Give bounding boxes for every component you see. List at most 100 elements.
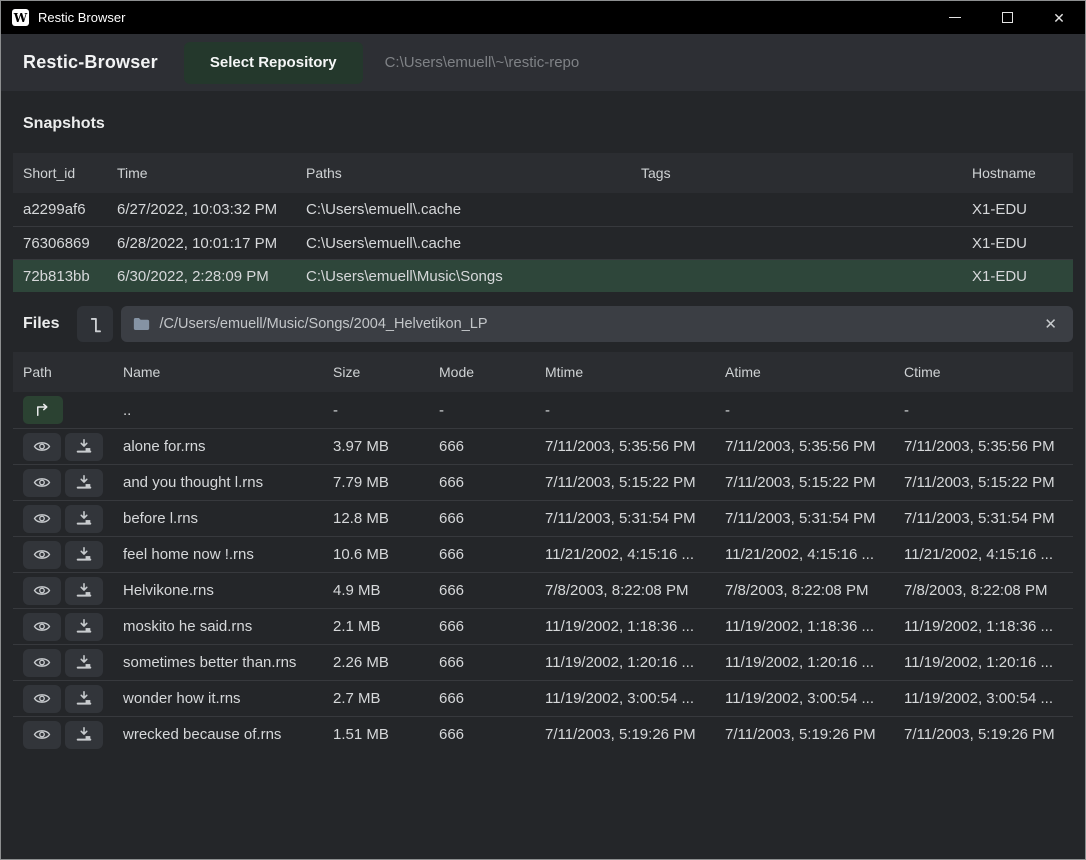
clear-path-icon[interactable]: ✕ [1040, 315, 1061, 333]
file-atime: 11/21/2002, 4:15:16 ... [725, 546, 904, 563]
app-icon: W [12, 9, 29, 26]
column-header-ctime: Ctime [904, 364, 1073, 380]
download-icon [76, 727, 92, 742]
column-header-short-id: Short_id [23, 165, 117, 181]
app-header: Restic-Browser Select Repository C:\User… [1, 34, 1085, 91]
window-controls: ✕ [929, 1, 1085, 34]
snapshot-paths: C:\Users\emuell\.cache [306, 201, 641, 218]
file-row[interactable]: wonder how it.rns 2.7 MB 666 11/19/2002,… [13, 680, 1073, 716]
download-file-button[interactable] [65, 577, 103, 605]
parent-mtime: - [545, 402, 725, 419]
column-header-path: Path [23, 364, 123, 380]
download-file-button[interactable] [65, 613, 103, 641]
file-mtime: 7/11/2003, 5:19:26 PM [545, 726, 725, 743]
file-name: sometimes better than.rns [123, 654, 333, 671]
preview-file-button[interactable] [23, 649, 61, 677]
parent-atime: - [725, 402, 904, 419]
download-icon [76, 583, 92, 598]
download-file-button[interactable] [65, 649, 103, 677]
file-row[interactable]: alone for.rns 3.97 MB 666 7/11/2003, 5:3… [13, 428, 1073, 464]
download-file-button[interactable] [65, 505, 103, 533]
snapshot-paths: C:\Users\emuell\.cache [306, 235, 641, 252]
file-row[interactable]: sometimes better than.rns 2.26 MB 666 11… [13, 644, 1073, 680]
download-file-button[interactable] [65, 541, 103, 569]
file-name: wrecked because of.rns [123, 726, 333, 743]
snapshots-rows: a2299af6 6/27/2022, 10:03:32 PM C:\Users… [13, 193, 1073, 292]
file-name: alone for.rns [123, 438, 333, 455]
column-header-name: Name [123, 364, 333, 380]
download-icon [76, 691, 92, 706]
file-name: feel home now !.rns [123, 546, 333, 563]
preview-file-button[interactable] [23, 721, 61, 749]
file-name: Helvikone.rns [123, 582, 333, 599]
file-row[interactable]: feel home now !.rns 10.6 MB 666 11/21/20… [13, 536, 1073, 572]
file-atime: 11/19/2002, 3:00:54 ... [725, 690, 904, 707]
repository-path: C:\Users\emuell\~\restic-repo [385, 54, 580, 71]
maximize-button[interactable] [981, 1, 1033, 34]
eye-icon [33, 584, 51, 597]
column-header-tags: Tags [641, 165, 972, 181]
file-atime: 11/19/2002, 1:18:36 ... [725, 618, 904, 635]
download-file-button[interactable] [65, 685, 103, 713]
path-breadcrumb-input[interactable]: /C/Users/emuell/Music/Songs/2004_Helveti… [121, 306, 1073, 342]
preview-file-button[interactable] [23, 505, 61, 533]
titlebar-left: W Restic Browser [1, 9, 929, 26]
preview-file-button[interactable] [23, 469, 61, 497]
column-header-hostname: Hostname [972, 165, 1073, 181]
file-size: 2.7 MB [333, 690, 439, 707]
download-file-button[interactable] [65, 433, 103, 461]
preview-file-button[interactable] [23, 433, 61, 461]
file-mtime: 11/19/2002, 1:18:36 ... [545, 618, 725, 635]
file-mode: 666 [439, 438, 545, 455]
snapshots-table: Short_id Time Paths Tags Hostname a2299a… [13, 153, 1073, 292]
files-rows: alone for.rns 3.97 MB 666 7/11/2003, 5:3… [13, 428, 1073, 752]
file-mode: 666 [439, 546, 545, 563]
file-size: 4.9 MB [333, 582, 439, 599]
snapshot-row[interactable]: 72b813bb 6/30/2022, 2:28:09 PM C:\Users\… [13, 259, 1073, 292]
file-mtime: 11/19/2002, 3:00:54 ... [545, 690, 725, 707]
snapshot-row[interactable]: a2299af6 6/27/2022, 10:03:32 PM C:\Users… [13, 193, 1073, 226]
file-mtime: 11/19/2002, 1:20:16 ... [545, 654, 725, 671]
file-size: 3.97 MB [333, 438, 439, 455]
file-size: 2.26 MB [333, 654, 439, 671]
file-row[interactable]: and you thought l.rns 7.79 MB 666 7/11/2… [13, 464, 1073, 500]
column-header-mode: Mode [439, 364, 545, 380]
list-mode-icon [84, 313, 106, 335]
app-title: Restic-Browser [23, 52, 158, 73]
close-button[interactable]: ✕ [1033, 1, 1085, 34]
parent-ctime: - [904, 402, 1073, 419]
download-file-button[interactable] [65, 469, 103, 497]
download-icon [76, 547, 92, 562]
file-row[interactable]: wrecked because of.rns 1.51 MB 666 7/11/… [13, 716, 1073, 752]
snapshot-short-id: 72b813bb [23, 268, 117, 285]
snapshot-hostname: X1-EDU [972, 268, 1073, 285]
column-header-mtime: Mtime [545, 364, 725, 380]
select-repository-button[interactable]: Select Repository [184, 42, 363, 84]
file-row[interactable]: before l.rns 12.8 MB 666 7/11/2003, 5:31… [13, 500, 1073, 536]
file-row[interactable]: moskito he said.rns 2.1 MB 666 11/19/200… [13, 608, 1073, 644]
snapshot-row[interactable]: 76306869 6/28/2022, 10:01:17 PM C:\Users… [13, 226, 1073, 259]
titlebar[interactable]: W Restic Browser ✕ [1, 1, 1085, 34]
minimize-button[interactable] [929, 1, 981, 34]
file-row[interactable]: Helvikone.rns 4.9 MB 666 7/8/2003, 8:22:… [13, 572, 1073, 608]
files-title: Files [13, 315, 69, 333]
file-name: moskito he said.rns [123, 618, 333, 635]
go-up-directory-button[interactable] [23, 396, 63, 424]
preview-file-button[interactable] [23, 685, 61, 713]
file-size: 1.51 MB [333, 726, 439, 743]
eye-icon [33, 728, 51, 741]
eye-icon [33, 476, 51, 489]
preview-file-button[interactable] [23, 613, 61, 641]
preview-file-button[interactable] [23, 541, 61, 569]
snapshot-short-id: a2299af6 [23, 201, 117, 218]
eye-icon [33, 512, 51, 525]
file-mode: 666 [439, 618, 545, 635]
preview-file-button[interactable] [23, 577, 61, 605]
eye-icon [33, 440, 51, 453]
file-size: 10.6 MB [333, 546, 439, 563]
parent-directory-row: .. - - - - - [13, 392, 1073, 428]
up-arrow-icon [34, 403, 52, 417]
download-file-button[interactable] [65, 721, 103, 749]
download-icon [76, 439, 92, 454]
file-list-mode-toggle-button[interactable] [77, 306, 113, 342]
